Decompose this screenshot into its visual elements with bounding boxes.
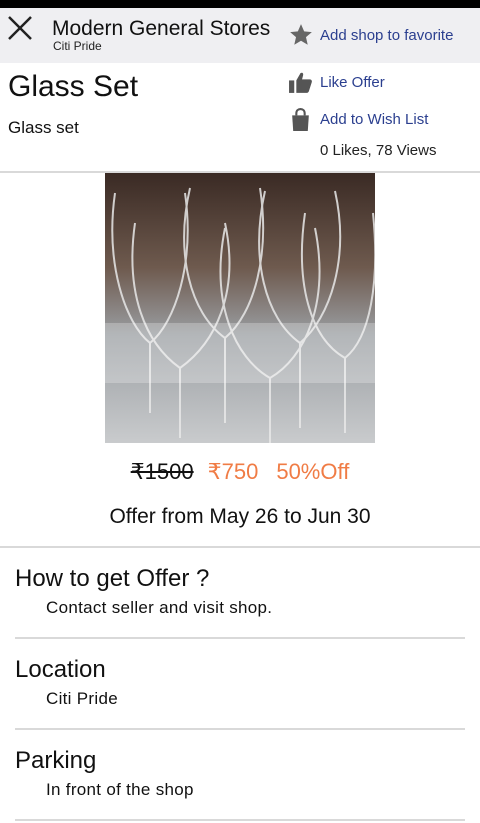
offer-price: ₹750 (207, 459, 259, 484)
header-bar: Modern General Stores Citi Pride Add sho… (0, 8, 480, 63)
divider (15, 819, 465, 821)
parking-title: Parking (15, 747, 97, 774)
price-row: ₹1500 ₹750 50%Off (0, 459, 480, 485)
shop-location: Citi Pride (53, 39, 102, 53)
product-title: Glass Set (8, 70, 139, 103)
how-to-get-offer-text: Contact seller and visit shop. (46, 598, 273, 617)
product-subtitle: Glass set (8, 118, 79, 137)
add-wishlist-button[interactable]: Add to Wish List (288, 107, 428, 132)
offer-dates: Offer from May 26 to Jun 30 (109, 505, 371, 528)
status-bar (0, 0, 480, 8)
parking-text: In front of the shop (46, 780, 194, 799)
thumbs-up-icon (289, 72, 312, 93)
divider (15, 637, 465, 639)
add-wishlist-label: Add to Wish List (320, 111, 429, 128)
add-favorite-label: Add shop to favorite (320, 26, 454, 44)
discount-badge: 50%Off (276, 459, 350, 484)
close-icon (8, 16, 32, 40)
shopping-bag-icon (292, 108, 309, 131)
product-image (105, 173, 375, 443)
divider (0, 546, 480, 548)
close-button[interactable] (6, 14, 34, 42)
add-favorite-button[interactable]: Add shop to favorite (288, 22, 453, 48)
divider (15, 728, 465, 730)
shop-name: Modern General Stores (52, 17, 271, 40)
location-text: Citi Pride (46, 689, 118, 708)
like-offer-label: Like Offer (320, 74, 385, 91)
star-icon (290, 24, 312, 45)
likes-views-count: 0 Likes, 78 Views (320, 142, 437, 159)
location-title: Location (15, 656, 106, 683)
like-offer-button[interactable]: Like Offer (288, 70, 385, 95)
original-price: ₹1500 (130, 459, 194, 484)
how-to-get-offer-title: How to get Offer ? (15, 565, 210, 592)
